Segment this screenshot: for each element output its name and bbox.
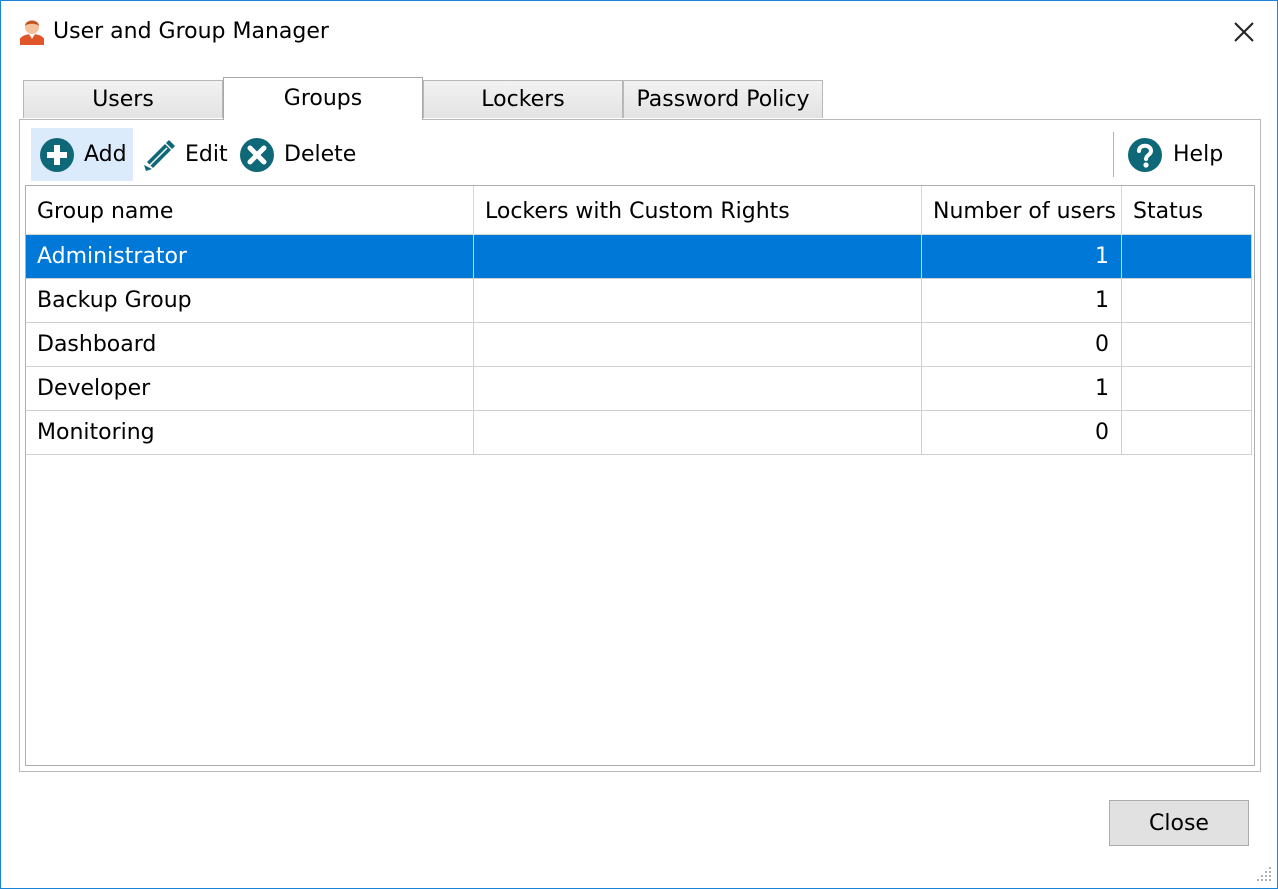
tab-groups[interactable]: Groups <box>223 77 423 120</box>
tab-lockers[interactable]: Lockers <box>423 80 623 118</box>
group-name-cell: Monitoring <box>26 411 474 455</box>
lockers-cell <box>474 411 922 455</box>
users-count-cell: 1 <box>922 279 1122 323</box>
title-bar: User and Group Manager <box>1 1 1277 63</box>
group-name-cell: Developer <box>26 367 474 411</box>
tab-password-policy[interactable]: Password Policy <box>623 80 823 118</box>
group-name-cell: Dashboard <box>26 323 474 367</box>
question-circle-icon <box>1127 137 1163 173</box>
lockers-cell <box>474 323 922 367</box>
lockers-cell <box>474 367 922 411</box>
close-button[interactable]: Close <box>1109 800 1249 846</box>
column-header-status[interactable]: Status <box>1122 186 1252 234</box>
plus-circle-icon <box>39 137 75 173</box>
lockers-cell <box>474 235 922 279</box>
status-cell <box>1122 323 1252 367</box>
users-count-cell: 1 <box>922 367 1122 411</box>
add-label: Add <box>84 142 127 167</box>
status-cell <box>1122 411 1252 455</box>
toolbar-separator <box>1113 132 1114 177</box>
resize-grip-icon[interactable] <box>1253 863 1273 885</box>
table-header: Group name Lockers with Custom Rights Nu… <box>26 186 1254 234</box>
users-count-cell: 0 <box>922 411 1122 455</box>
table-row[interactable]: Backup Group 1 <box>26 279 1252 323</box>
user-group-manager-window: User and Group Manager Users Groups Lock… <box>0 0 1278 889</box>
help-label: Help <box>1173 142 1224 167</box>
window-title: User and Group Manager <box>53 19 329 44</box>
table-row[interactable]: Administrator 1 <box>26 235 1252 279</box>
x-circle-icon <box>239 137 275 173</box>
column-header-group-name[interactable]: Group name <box>26 186 474 234</box>
close-icon[interactable] <box>1227 15 1261 49</box>
help-button[interactable]: Help <box>1125 128 1225 181</box>
user-icon <box>19 17 45 46</box>
lockers-cell <box>474 279 922 323</box>
tab-users[interactable]: Users <box>23 80 223 118</box>
users-count-cell: 1 <box>922 235 1122 279</box>
column-header-lockers[interactable]: Lockers with Custom Rights <box>474 186 922 234</box>
group-name-cell: Backup Group <box>26 279 474 323</box>
edit-label: Edit <box>185 142 228 167</box>
pencil-icon <box>139 137 175 173</box>
column-header-number-of-users[interactable]: Number of users <box>922 186 1122 234</box>
status-cell <box>1122 235 1252 279</box>
users-count-cell: 0 <box>922 323 1122 367</box>
delete-label: Delete <box>284 142 357 167</box>
table-row[interactable]: Dashboard 0 <box>26 323 1252 367</box>
status-cell <box>1122 367 1252 411</box>
table-row[interactable]: Developer 1 <box>26 367 1252 411</box>
groups-table[interactable]: Group name Lockers with Custom Rights Nu… <box>25 185 1255 766</box>
delete-button[interactable]: Delete <box>237 128 359 181</box>
edit-button[interactable]: Edit <box>137 128 231 181</box>
table-row[interactable]: Monitoring 0 <box>26 411 1252 455</box>
group-name-cell: Administrator <box>26 235 474 279</box>
status-cell <box>1122 279 1252 323</box>
add-button[interactable]: Add <box>31 128 133 181</box>
